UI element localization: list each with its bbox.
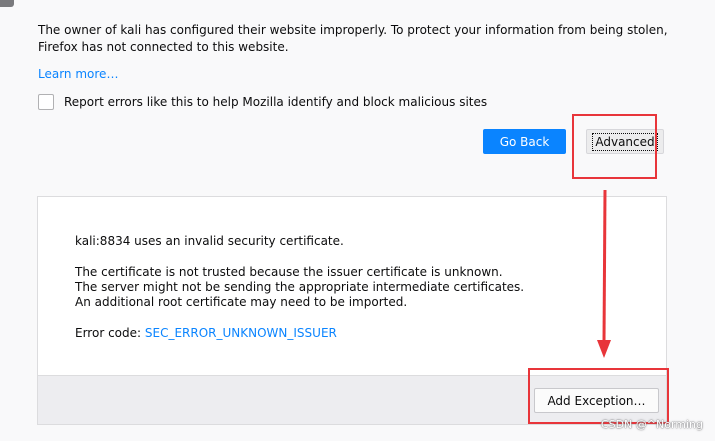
red-arrow-down-icon xyxy=(597,189,611,358)
cert-line-intermediate: The server might not be sending the appr… xyxy=(75,280,525,294)
error-code-line: Error code: SEC_ERROR_UNKNOWN_ISSUER xyxy=(75,326,337,341)
arrow-shaft xyxy=(602,189,607,343)
watermark-text: CSDN @^Norming xyxy=(600,418,703,431)
warning-intro-text: The owner of kali has configured their w… xyxy=(38,23,668,54)
report-errors-checkbox[interactable] xyxy=(38,94,54,110)
error-code-link[interactable]: SEC_ERROR_UNKNOWN_ISSUER xyxy=(145,326,337,340)
advanced-button[interactable]: Advanced xyxy=(586,129,664,154)
cert-line-issuer: The certificate is not trusted because t… xyxy=(75,265,503,279)
certificate-explanation: The certificate is not trusted because t… xyxy=(75,265,524,310)
advanced-details-panel: kali:8834 uses an invalid security certi… xyxy=(37,196,667,425)
go-back-button[interactable]: Go Back xyxy=(483,129,566,154)
learn-more-link[interactable]: Learn more… xyxy=(38,66,118,82)
cert-line-root: An additional root certificate may need … xyxy=(75,295,408,309)
invalid-certificate-line: kali:8834 uses an invalid security certi… xyxy=(75,234,344,248)
window-corner-tab xyxy=(0,0,14,7)
report-errors-label: Report errors like this to help Mozilla … xyxy=(64,95,488,109)
error-code-label: Error code: xyxy=(75,326,145,340)
report-errors-row: Report errors like this to help Mozilla … xyxy=(38,92,487,112)
add-exception-button[interactable]: Add Exception… xyxy=(534,388,659,413)
advanced-button-label: Advanced xyxy=(592,132,658,151)
arrow-head xyxy=(597,340,611,358)
